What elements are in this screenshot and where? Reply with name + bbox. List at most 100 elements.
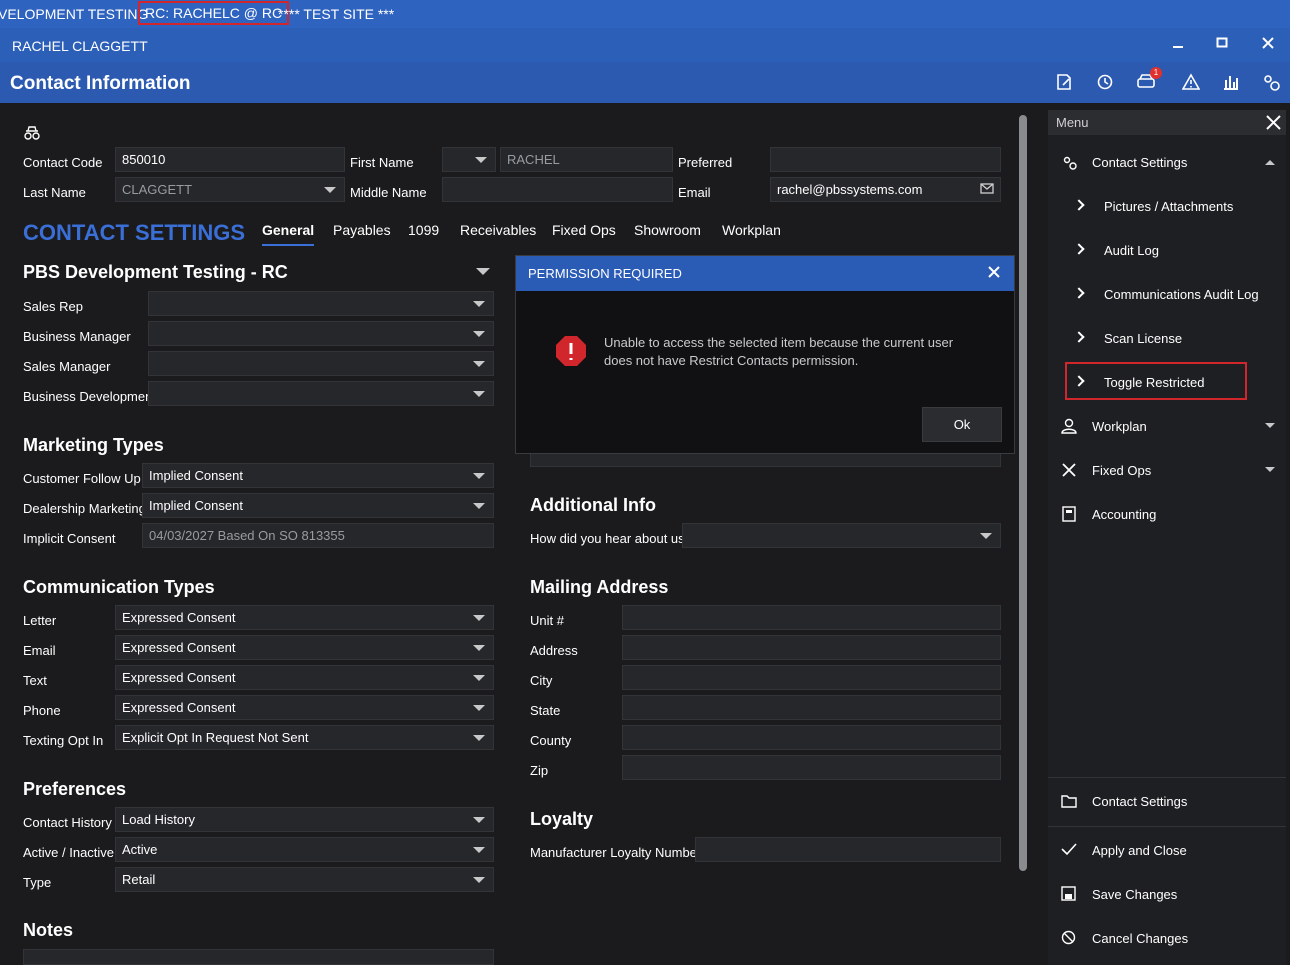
email-consent-dropdown[interactable]: Expressed Consent xyxy=(115,635,494,660)
middle-name-field[interactable] xyxy=(442,177,673,202)
chevron-up-icon[interactable] xyxy=(1264,158,1276,166)
cancel-changes-button[interactable]: Cancel Changes xyxy=(1092,931,1188,946)
tab-payables[interactable]: Payables xyxy=(333,222,391,238)
contact-code-field[interactable]: 850010 xyxy=(115,147,345,172)
business-manager-dropdown[interactable] xyxy=(148,321,494,346)
window-user-name: RACHEL CLAGGETT xyxy=(12,38,148,54)
state-field[interactable] xyxy=(622,695,1001,720)
history-button[interactable] xyxy=(1096,73,1118,93)
menu-fixed-ops[interactable]: Fixed Ops xyxy=(1092,463,1151,478)
save-changes-button[interactable]: Save Changes xyxy=(1092,887,1177,902)
first-name-field[interactable]: RACHEL xyxy=(500,147,673,172)
sales-manager-label: Sales Manager xyxy=(23,359,111,374)
close-button[interactable] xyxy=(1256,34,1280,56)
unit-field[interactable] xyxy=(622,605,1001,630)
maximize-button[interactable] xyxy=(1210,34,1234,56)
contact-history-label: Contact History xyxy=(23,815,112,830)
reports-button[interactable] xyxy=(1222,73,1244,93)
dealership-title: PBS Development Testing - RC xyxy=(23,262,288,282)
tab-general[interactable]: General xyxy=(262,222,315,246)
warning-icon xyxy=(1181,73,1201,90)
menu-pictures-attachments[interactable]: Pictures / Attachments xyxy=(1104,199,1233,214)
salutation-dropdown[interactable] xyxy=(442,147,496,172)
folder-icon xyxy=(1061,795,1077,808)
apply-and-close-button[interactable]: Apply and Close xyxy=(1092,843,1187,858)
menu-divider xyxy=(1048,826,1286,827)
warnings-button[interactable] xyxy=(1181,73,1204,93)
texting-opt-in-dropdown[interactable]: Explicit Opt In Request Not Sent xyxy=(115,725,494,750)
address-field[interactable] xyxy=(622,635,1001,660)
marketing-types-title: Marketing Types xyxy=(23,435,164,455)
scrollbar[interactable] xyxy=(1019,115,1027,871)
tab-showroom[interactable]: Showroom xyxy=(634,222,701,238)
environment-bar: VELOPMENT TESTING · RC: RACHELC @ RC ***… xyxy=(0,0,1290,28)
menu-contact-settings[interactable]: Contact Settings xyxy=(1092,155,1187,170)
text-dropdown[interactable]: Expressed Consent xyxy=(115,665,494,690)
contact-code-label: Contact Code xyxy=(23,155,103,170)
zip-field[interactable] xyxy=(622,755,1001,780)
minimize-button[interactable] xyxy=(1166,34,1190,56)
menu-scan-license[interactable]: Scan License xyxy=(1104,331,1182,346)
type-dropdown[interactable]: Retail xyxy=(115,867,494,892)
chevron-down-icon[interactable] xyxy=(1264,466,1276,474)
settings-icon xyxy=(1264,75,1280,91)
preferred-label: Preferred xyxy=(678,155,733,170)
customer-follow-up-dropdown[interactable]: Implied Consent xyxy=(142,463,494,488)
unit-label: Unit # xyxy=(530,613,564,628)
chevron-down-icon[interactable] xyxy=(475,267,491,277)
ok-button[interactable]: Ok xyxy=(922,407,1002,442)
county-field[interactable] xyxy=(622,725,1001,750)
error-icon xyxy=(556,336,586,366)
tab-workplan[interactable]: Workplan xyxy=(722,222,781,238)
active-inactive-dropdown[interactable]: Active xyxy=(115,837,494,862)
dialog-message: Unable to access the selected item becau… xyxy=(604,335,954,368)
hear-about-us-dropdown[interactable] xyxy=(682,523,1001,548)
texting-opt-in-label: Texting Opt In xyxy=(23,733,104,748)
city-field[interactable] xyxy=(622,665,1001,690)
letter-dropdown[interactable]: Expressed Consent xyxy=(115,605,494,630)
close-menu-icon[interactable] xyxy=(1266,115,1281,130)
tab-receivables[interactable]: Receivables xyxy=(460,222,536,238)
sales-rep-dropdown[interactable] xyxy=(148,291,494,316)
state-label: State xyxy=(530,703,561,718)
email-icon[interactable] xyxy=(980,183,994,195)
menu-workplan[interactable]: Workplan xyxy=(1092,419,1147,434)
sales-manager-dropdown[interactable] xyxy=(148,351,494,376)
save-icon xyxy=(1061,886,1076,901)
contact-history-dropdown[interactable]: Load History xyxy=(115,807,494,832)
dealership-marketing-label: Dealership Marketing xyxy=(23,501,146,516)
email-consent-label: Email xyxy=(23,643,56,658)
business-development-dropdown[interactable] xyxy=(148,381,494,406)
customer-follow-up-label: Customer Follow Up xyxy=(23,471,141,486)
type-label: Type xyxy=(23,875,52,890)
email-field[interactable]: rachel@pbssystems.com xyxy=(770,177,1001,202)
tab-fixed-ops[interactable]: Fixed Ops xyxy=(552,222,616,238)
tab-1099[interactable]: 1099 xyxy=(408,222,439,238)
close-icon xyxy=(988,266,1000,278)
chevron-down-icon[interactable] xyxy=(1264,422,1276,430)
page-title: Contact Information xyxy=(10,73,191,94)
dealership-marketing-dropdown[interactable]: Implied Consent xyxy=(142,493,494,518)
edit-button[interactable] xyxy=(1055,73,1077,93)
preferred-field[interactable] xyxy=(770,147,1001,172)
dialog-close-button[interactable] xyxy=(988,263,1000,283)
check-icon xyxy=(1061,843,1077,856)
maximize-icon xyxy=(1216,37,1228,48)
loyalty-number-field[interactable] xyxy=(695,837,1001,862)
vehicles-button[interactable]: 1 xyxy=(1136,67,1162,93)
menu-divider xyxy=(1048,777,1286,778)
hidden-field[interactable] xyxy=(530,453,1001,467)
incognito-icon[interactable] xyxy=(23,125,41,141)
contact-settings-heading: CONTACT SETTINGS xyxy=(23,220,246,245)
chevron-right-icon xyxy=(1073,199,1085,211)
menu-communications-audit-log[interactable]: Communications Audit Log xyxy=(1104,287,1259,302)
footer-contact-settings[interactable]: Contact Settings xyxy=(1092,794,1187,809)
settings-button[interactable] xyxy=(1262,73,1284,93)
tools-icon xyxy=(1062,463,1076,477)
toggle-restricted-highlight xyxy=(1065,362,1247,400)
notes-field[interactable] xyxy=(23,949,494,965)
last-name-field[interactable]: CLAGGETT xyxy=(115,177,345,202)
menu-accounting[interactable]: Accounting xyxy=(1092,507,1156,522)
phone-dropdown[interactable]: Expressed Consent xyxy=(115,695,494,720)
menu-audit-log[interactable]: Audit Log xyxy=(1104,243,1159,258)
